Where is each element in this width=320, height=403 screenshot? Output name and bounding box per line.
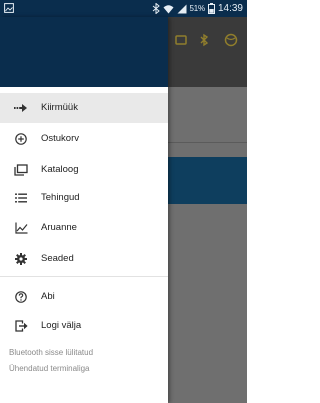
terminal-status-text: Ühendatud terminaliga: [9, 364, 90, 373]
menu-divider: [0, 276, 168, 277]
gear-icon: [14, 252, 28, 266]
menu-item-aruanne[interactable]: Aruanne: [0, 213, 168, 243]
menu-item-kiirmuuk[interactable]: Kiirmüük: [0, 93, 168, 123]
bluetooth-status-text: Bluetooth sisse lülitatud: [9, 348, 94, 357]
background-field-underline: [168, 142, 247, 143]
menu-item-label: Logi välja: [41, 320, 82, 331]
background-blue-panel: [168, 157, 247, 204]
add-circle-icon: [14, 132, 28, 146]
menu-item-label: Seaded: [41, 253, 74, 264]
menu-item-ostukorv[interactable]: Ostukorv: [0, 124, 168, 154]
status-bar: 51% 14:39: [0, 0, 247, 17]
menu-item-label: Abi: [41, 291, 55, 302]
status-right-cluster: 51% 14:39: [152, 2, 243, 15]
screen: 51% 14:39 Kiirmüük Ostukorv Kataloog Teh…: [0, 0, 247, 403]
menu-item-logi-valja[interactable]: Logi välja: [0, 311, 168, 341]
drawer-header: [0, 17, 168, 87]
catalog-icon: [14, 163, 28, 177]
chart-line-icon: [14, 221, 28, 235]
navigation-drawer: Kiirmüük Ostukorv Kataloog Tehingud Arua…: [0, 17, 168, 403]
battery-icon: [207, 3, 215, 14]
menu-item-tehingud[interactable]: Tehingud: [0, 183, 168, 213]
menu-item-label: Kataloog: [41, 164, 79, 175]
background-bluetooth-icon: [200, 33, 209, 47]
bluetooth-icon: [152, 3, 160, 14]
gallery-notification-icon: [4, 3, 14, 13]
list-icon: [14, 191, 28, 205]
background-action-icon: [175, 35, 187, 45]
battery-percent: 51%: [189, 4, 206, 13]
menu-item-abi[interactable]: Abi: [0, 282, 168, 312]
background-globe-icon: [224, 33, 238, 47]
menu-item-kataloog[interactable]: Kataloog: [0, 155, 168, 185]
menu-item-seaded[interactable]: Seaded: [0, 244, 168, 274]
logout-icon: [14, 319, 28, 333]
fast-forward-arrow-icon: [14, 101, 28, 115]
menu-item-label: Aruanne: [41, 222, 77, 233]
clock: 14:39: [217, 3, 243, 14]
signal-icon: [177, 4, 187, 13]
menu-item-label: Tehingud: [41, 192, 80, 203]
help-circle-icon: [14, 290, 28, 304]
menu-item-label: Ostukorv: [41, 133, 80, 144]
wifi-icon: [163, 4, 174, 13]
menu-item-label: Kiirmüük: [41, 102, 78, 113]
